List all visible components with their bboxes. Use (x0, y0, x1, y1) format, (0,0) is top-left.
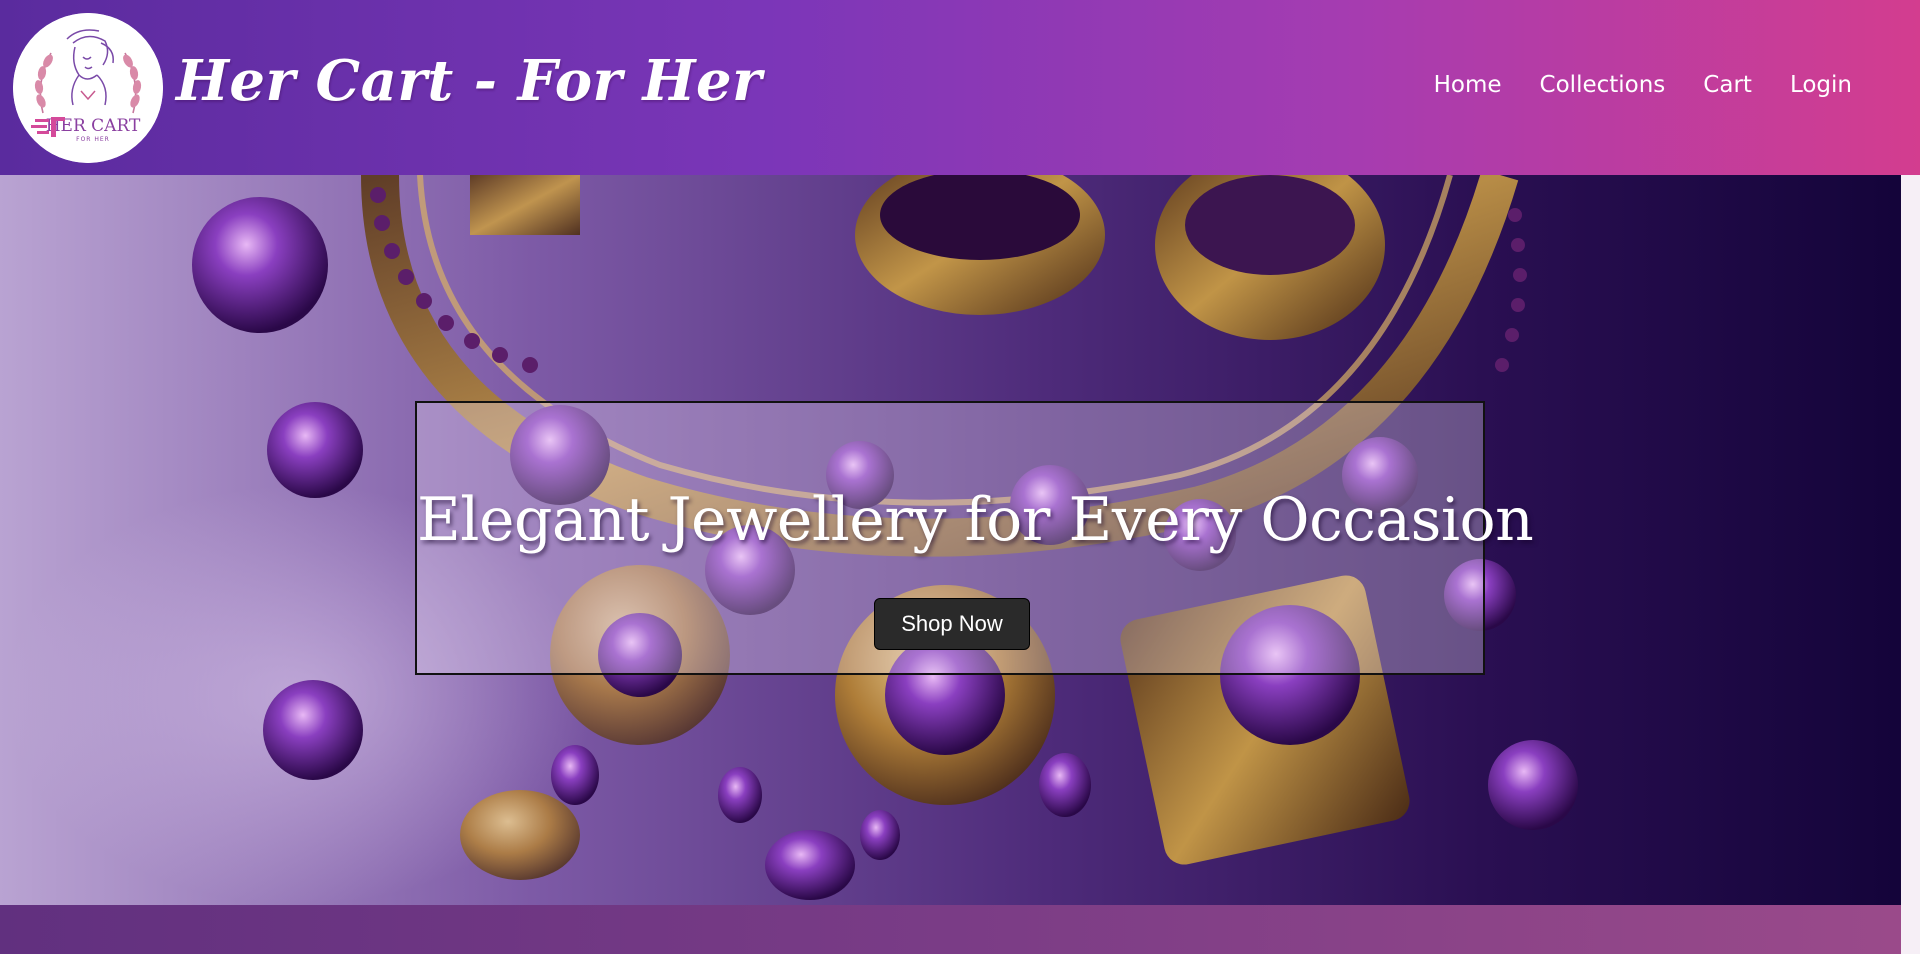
page-scroll-gutter (1901, 175, 1920, 954)
brand-title[interactable]: Her Cart - For Her (176, 48, 762, 114)
logo-subtext: FOR HER (76, 136, 110, 143)
hero-section: Elegant Jewellery for Every Occasion Sho… (0, 175, 1901, 905)
hero-banner: Elegant Jewellery for Every Occasion Sho… (415, 401, 1534, 675)
shop-now-button[interactable]: Shop Now (874, 598, 1030, 650)
nav-login-link[interactable]: Login (1790, 72, 1852, 98)
main-nav: Home Collections Cart Login (1434, 72, 1852, 98)
brand-logo[interactable]: HER CART FOR HER (13, 13, 163, 163)
next-section-strip (0, 905, 1901, 954)
hero-title: Elegant Jewellery for Every Occasion (417, 485, 1534, 555)
site-header: HER CART FOR HER Her Cart - For Her Home… (0, 0, 1920, 175)
nav-collections-link[interactable]: Collections (1540, 72, 1666, 98)
woman-line-art-logo-icon: HER CART FOR HER (13, 13, 163, 163)
nav-cart-link[interactable]: Cart (1703, 72, 1752, 98)
page: HER CART FOR HER Her Cart - For Her Home… (0, 0, 1920, 954)
nav-home-link[interactable]: Home (1434, 72, 1502, 98)
